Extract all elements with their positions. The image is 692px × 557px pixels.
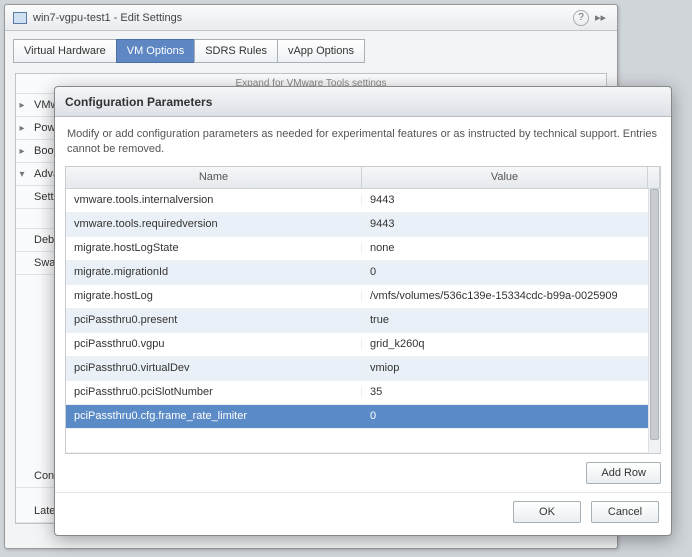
expand-arrows-icon[interactable]: ▸▸: [595, 11, 609, 25]
scroll-header: [648, 167, 660, 188]
param-name[interactable]: pciPassthru0.vgpu: [66, 338, 362, 350]
chevron-right-icon: ▸: [16, 123, 28, 134]
param-value[interactable]: 0: [362, 266, 648, 278]
table-row[interactable]: migrate.migrationId0: [66, 261, 648, 285]
param-value[interactable]: 0: [362, 410, 648, 422]
cancel-button[interactable]: Cancel: [591, 501, 659, 523]
parameters-grid: Name Value vmware.tools.internalversion9…: [65, 166, 661, 454]
scroll-thumb[interactable]: [650, 189, 659, 440]
chevron-right-icon: ▸: [16, 146, 28, 157]
table-row[interactable]: vmware.tools.requiredversion9443: [66, 213, 648, 237]
param-value[interactable]: 9443: [362, 194, 648, 206]
chevron-right-icon: ▸: [16, 100, 28, 111]
table-row[interactable]: migrate.hostLog/vmfs/volumes/536c139e-15…: [66, 285, 648, 309]
window-title: win7-vgpu-test1 - Edit Settings: [33, 12, 573, 24]
dialog-description: Modify or add configuration parameters a…: [55, 117, 671, 166]
scrollbar[interactable]: [648, 189, 660, 453]
tab-virtual-hardware[interactable]: Virtual Hardware: [13, 39, 117, 63]
param-name[interactable]: pciPassthru0.present: [66, 314, 362, 326]
param-value[interactable]: grid_k260q: [362, 338, 648, 350]
ok-button[interactable]: OK: [513, 501, 581, 523]
vm-icon: [13, 12, 27, 24]
configuration-parameters-dialog: Configuration Parameters Modify or add c…: [54, 86, 672, 536]
table-row[interactable]: pciPassthru0.cfg.frame_rate_limiter0: [66, 405, 648, 429]
param-value[interactable]: true: [362, 314, 648, 326]
table-row[interactable]: pciPassthru0.vgpugrid_k260q: [66, 333, 648, 357]
param-name[interactable]: migrate.hostLogState: [66, 242, 362, 254]
dialog-title: Configuration Parameters: [55, 87, 671, 117]
column-header-value[interactable]: Value: [362, 167, 648, 188]
table-row[interactable]: pciPassthru0.virtualDevvmiop: [66, 357, 648, 381]
help-icon[interactable]: ?: [573, 10, 589, 26]
param-value[interactable]: /vmfs/volumes/536c139e-15334cdc-b99a-002…: [362, 290, 648, 302]
table-row[interactable]: migrate.hostLogStatenone: [66, 237, 648, 261]
param-value[interactable]: 9443: [362, 218, 648, 230]
param-value[interactable]: 35: [362, 386, 648, 398]
grid-rows: vmware.tools.internalversion9443vmware.t…: [66, 189, 648, 453]
tabs: Virtual Hardware VM Options SDRS Rules v…: [5, 31, 617, 63]
table-row[interactable]: vmware.tools.internalversion9443: [66, 189, 648, 213]
table-row[interactable]: pciPassthru0.presenttrue: [66, 309, 648, 333]
column-header-name[interactable]: Name: [66, 167, 362, 188]
chevron-down-icon: ▾: [16, 169, 28, 180]
param-name[interactable]: pciPassthru0.pciSlotNumber: [66, 386, 362, 398]
param-name[interactable]: vmware.tools.requiredversion: [66, 218, 362, 230]
table-row[interactable]: pciPassthru0.pciSlotNumber35: [66, 381, 648, 405]
param-name[interactable]: migrate.hostLog: [66, 290, 362, 302]
tab-vm-options[interactable]: VM Options: [116, 39, 195, 63]
param-name[interactable]: vmware.tools.internalversion: [66, 194, 362, 206]
tab-vapp-options[interactable]: vApp Options: [277, 39, 365, 63]
param-name[interactable]: migrate.migrationId: [66, 266, 362, 278]
tab-sdrs-rules[interactable]: SDRS Rules: [194, 39, 278, 63]
param-name[interactable]: pciPassthru0.cfg.frame_rate_limiter: [66, 410, 362, 422]
grid-header: Name Value: [66, 167, 660, 189]
titlebar: win7-vgpu-test1 - Edit Settings ? ▸▸: [5, 5, 617, 31]
param-name[interactable]: pciPassthru0.virtualDev: [66, 362, 362, 374]
param-value[interactable]: vmiop: [362, 362, 648, 374]
param-value[interactable]: none: [362, 242, 648, 254]
add-row-button[interactable]: Add Row: [586, 462, 661, 484]
table-row-empty[interactable]: [66, 429, 648, 453]
